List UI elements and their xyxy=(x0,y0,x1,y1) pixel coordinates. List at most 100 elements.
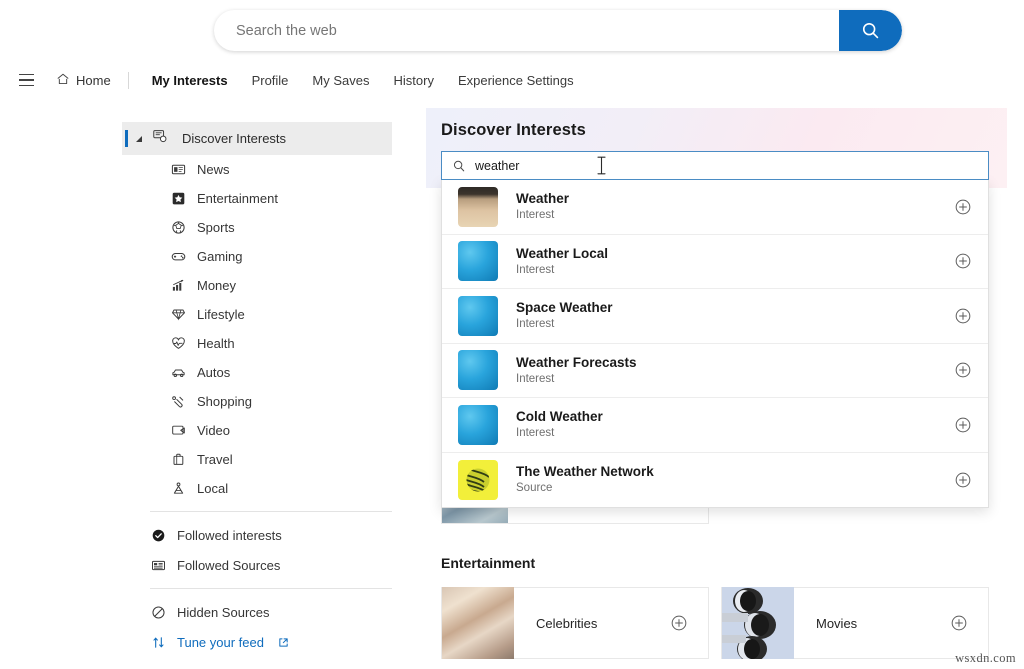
nav-item-experience-settings[interactable]: Experience Settings xyxy=(446,69,586,92)
suggestion-row[interactable]: Weather Local Interest xyxy=(442,234,988,289)
card-label: Movies xyxy=(816,615,858,631)
nav-divider xyxy=(127,71,129,89)
sidebar-item-label: Tune your feed xyxy=(177,634,264,650)
discover-interests-icon xyxy=(152,128,168,149)
interest-card-movies[interactable]: Movies xyxy=(721,587,989,659)
suggestion-thumbnail xyxy=(458,241,498,282)
newspaper-icon xyxy=(170,161,187,178)
check-circle-filled-icon xyxy=(150,527,167,544)
suggestion-subtitle: Interest xyxy=(516,263,555,276)
sidebar-item-label: Shopping xyxy=(197,394,252,409)
external-link-icon xyxy=(278,637,289,648)
sidebar-item-followed-sources[interactable]: Followed Sources xyxy=(122,550,392,580)
nav-item-my-interests[interactable]: My Interests xyxy=(140,69,240,92)
video-screen-icon xyxy=(170,422,187,439)
sidebar-item-discover-interests[interactable]: Discover Interests xyxy=(122,122,392,155)
nav-item-history[interactable]: History xyxy=(382,69,446,92)
sidebar-item-label: Travel xyxy=(197,452,233,467)
chevron-collapse-icon[interactable] xyxy=(136,135,142,142)
web-search-submit-button[interactable] xyxy=(839,10,902,51)
nav-item-my-saves[interactable]: My Saves xyxy=(300,69,381,92)
diamond-icon xyxy=(170,306,187,323)
star-badge-icon xyxy=(170,190,187,207)
sidebar-item-label: Sports xyxy=(197,220,235,235)
shopping-tag-icon xyxy=(170,393,187,410)
top-search-bar xyxy=(0,0,1024,61)
nav-item-profile[interactable]: Profile xyxy=(240,69,301,92)
suggestion-subtitle: Interest xyxy=(516,427,555,440)
web-search-input[interactable] xyxy=(214,10,839,51)
suggestion-thumbnail xyxy=(458,404,498,445)
sidebar-item-label: Lifestyle xyxy=(197,307,245,322)
watermark: wsxdn.com xyxy=(955,651,1016,665)
sidebar-divider-1 xyxy=(150,511,392,512)
suggestion-row[interactable]: Space Weather Interest xyxy=(442,289,988,344)
sidebar-category-list: News Entertainment Sports Gaming Money L… xyxy=(122,155,392,503)
sidebar-item-label: Entertainment xyxy=(197,191,278,206)
sidebar-item-followed-interests[interactable]: Followed interests xyxy=(122,520,392,550)
sidebar-item-gaming[interactable]: Gaming xyxy=(122,242,392,271)
page-title: Discover Interests xyxy=(441,121,586,139)
plus-circle-icon[interactable] xyxy=(668,612,690,634)
suggestion-subtitle: Source xyxy=(516,482,553,495)
plus-circle-icon[interactable] xyxy=(952,305,974,327)
sidebar-divider-2 xyxy=(150,588,392,589)
home-icon xyxy=(56,72,70,89)
sidebar-item-label: Local xyxy=(197,481,229,496)
sidebar-item-label: Health xyxy=(197,336,235,351)
sports-ball-icon xyxy=(170,219,187,236)
suggestion-text: Space Weather Interest xyxy=(516,299,952,332)
interest-card-celebrities[interactable]: Celebrities xyxy=(441,587,709,659)
sidebar-item-news[interactable]: News xyxy=(122,155,392,184)
sidebar-item-shopping[interactable]: Shopping xyxy=(122,387,392,416)
suggestion-row[interactable]: Cold Weather Interest xyxy=(442,398,988,453)
plus-circle-icon[interactable] xyxy=(952,359,974,381)
sidebar-item-video[interactable]: Video xyxy=(122,416,392,445)
card-label: Celebrities xyxy=(536,615,598,631)
nav-item-home[interactable]: Home xyxy=(50,68,117,93)
plus-circle-icon[interactable] xyxy=(948,612,970,634)
suggestion-thumbnail xyxy=(458,186,498,227)
web-search-container xyxy=(214,10,902,51)
sort-arrows-icon xyxy=(150,634,167,651)
location-pin-person-icon xyxy=(170,480,187,497)
sidebar-item-label: Followed Sources xyxy=(177,557,281,573)
suggestion-text: The Weather Network Source xyxy=(516,463,952,496)
sidebar-item-health[interactable]: Health xyxy=(122,329,392,358)
block-circle-icon xyxy=(150,604,167,621)
plus-circle-icon[interactable] xyxy=(952,250,974,272)
main-navigation: Home My Interests Profile My Saves Histo… xyxy=(0,61,1024,99)
suggestion-row[interactable]: Weather Interest xyxy=(442,180,988,235)
sidebar-item-label: Gaming xyxy=(197,249,243,264)
interest-search-input[interactable] xyxy=(475,158,988,173)
interest-search-suggestions: Weather Interest Weather Local Interest xyxy=(441,180,989,508)
sidebar-item-entertainment[interactable]: Entertainment xyxy=(122,184,392,213)
sidebar-item-sports[interactable]: Sports xyxy=(122,213,392,242)
sidebar-extras-list: Hidden Sources Tune your feed xyxy=(122,597,392,657)
suggestion-thumbnail xyxy=(458,350,498,391)
sidebar-item-money[interactable]: Money xyxy=(122,271,392,300)
plus-circle-icon[interactable] xyxy=(952,196,974,218)
sidebar-item-autos[interactable]: Autos xyxy=(122,358,392,387)
suggestion-subtitle: Interest xyxy=(516,209,555,222)
sidebar-item-label: Hidden Sources xyxy=(177,604,270,620)
sidebar-item-hidden-sources[interactable]: Hidden Sources xyxy=(122,597,392,627)
suggestion-text: Weather Local Interest xyxy=(516,245,952,278)
suggestion-row[interactable]: Weather Forecasts Interest xyxy=(442,343,988,398)
car-icon xyxy=(170,364,187,381)
suggestion-row[interactable]: The Weather Network Source xyxy=(442,452,988,507)
bar-chart-icon xyxy=(170,277,187,294)
sidebar-item-travel[interactable]: Travel xyxy=(122,445,392,474)
sources-grid-icon xyxy=(150,557,167,574)
plus-circle-icon[interactable] xyxy=(952,469,974,491)
sidebar-item-label: Money xyxy=(197,278,237,293)
suggestion-thumbnail xyxy=(458,295,498,336)
suggestion-subtitle: Interest xyxy=(516,372,555,385)
sidebar-item-lifestyle[interactable]: Lifestyle xyxy=(122,300,392,329)
sidebar-item-tune-your-feed[interactable]: Tune your feed xyxy=(122,627,392,657)
search-icon xyxy=(452,159,466,173)
sidebar-item-local[interactable]: Local xyxy=(122,474,392,503)
plus-circle-icon[interactable] xyxy=(952,414,974,436)
hamburger-menu-icon[interactable] xyxy=(13,67,39,93)
sidebar-item-label: Followed interests xyxy=(177,527,282,543)
